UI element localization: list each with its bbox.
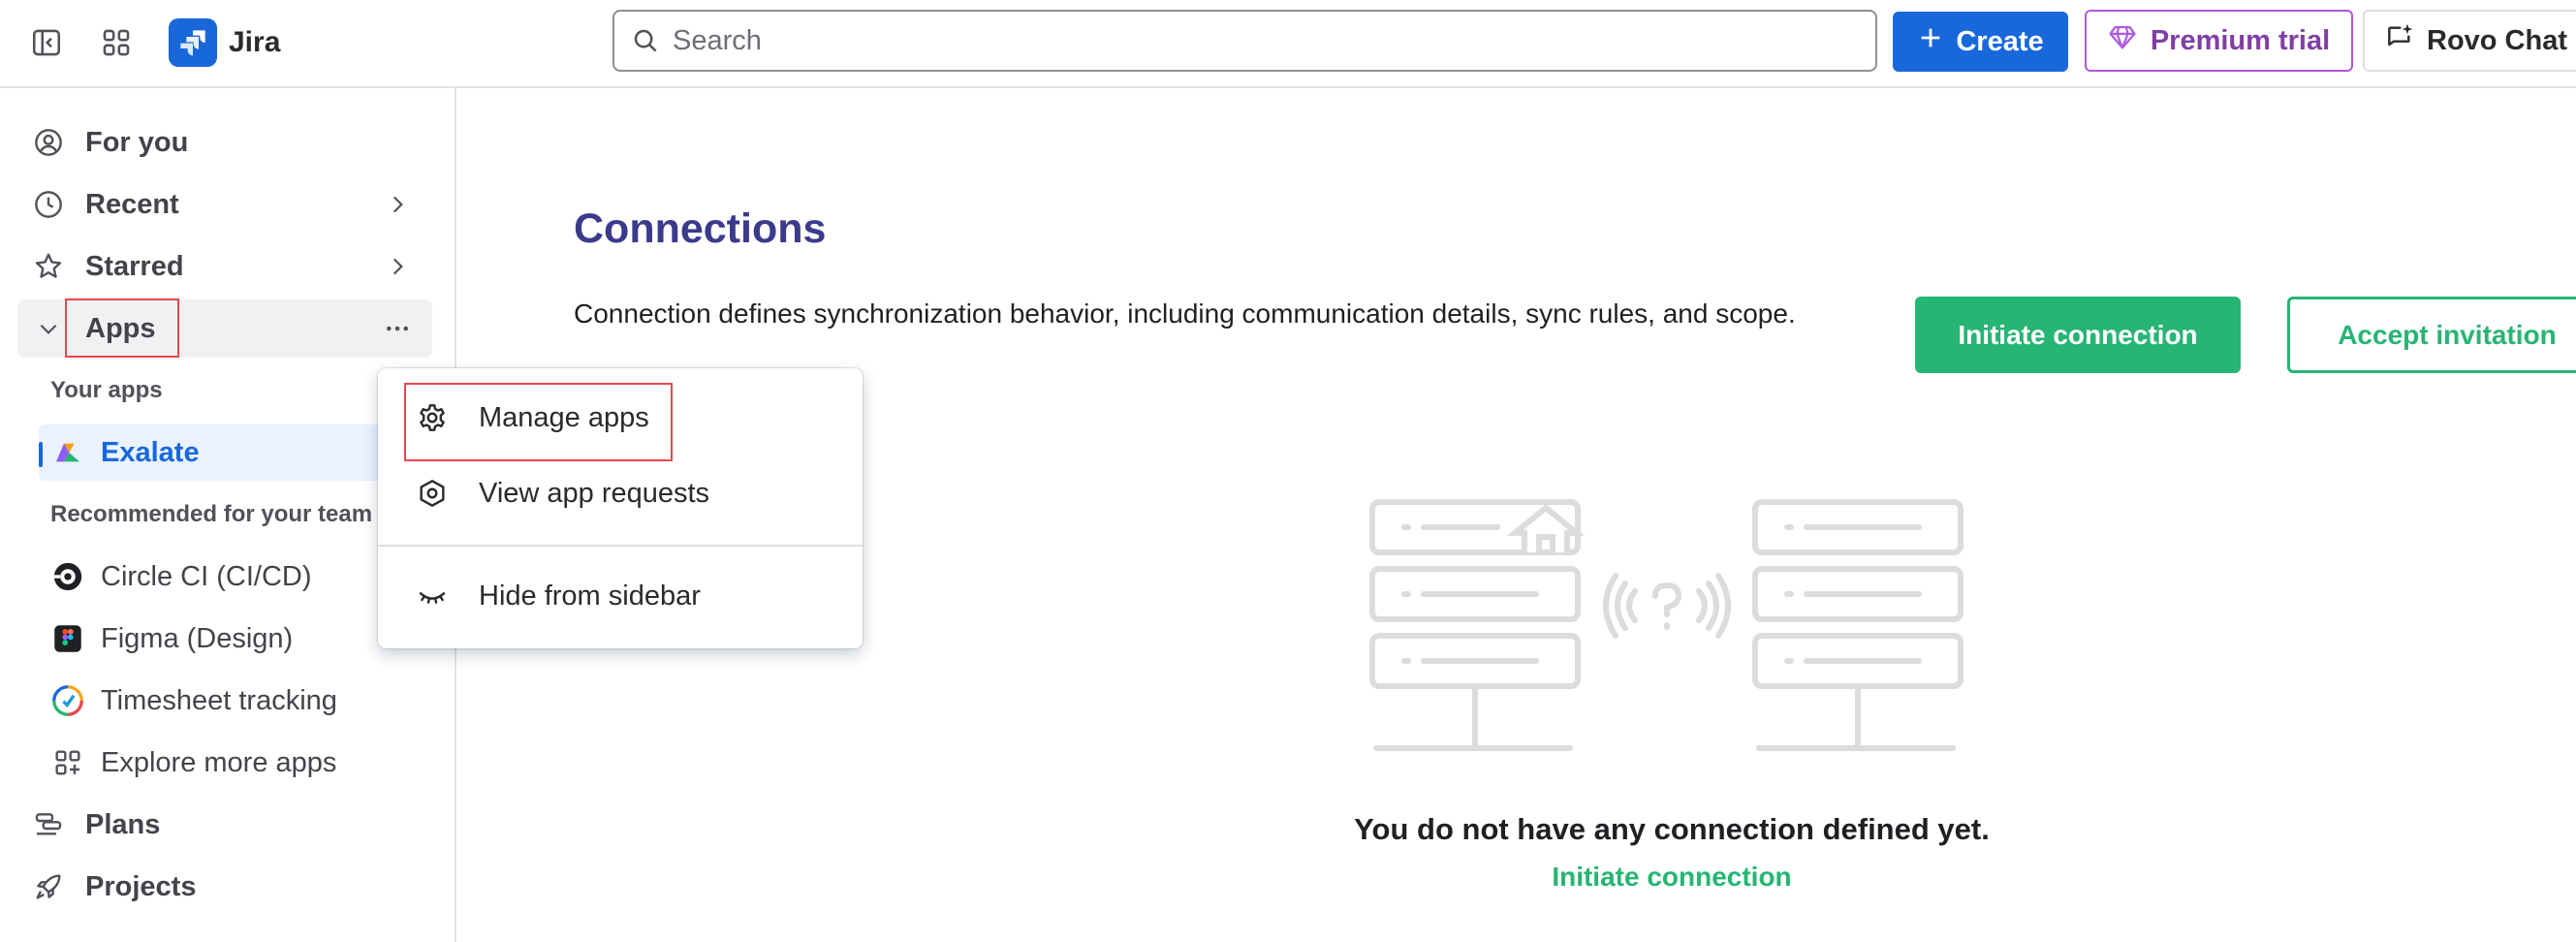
empty-state-illustration	[1362, 494, 1972, 761]
hexagon-settings-icon	[413, 474, 452, 513]
chevron-right-icon[interactable]	[382, 189, 413, 220]
clock-icon	[29, 185, 68, 224]
sidebar-item-figma[interactable]: Figma (Design)	[39, 611, 432, 667]
menu-item-label: View app requests	[479, 477, 710, 509]
create-button[interactable]: Create	[1893, 12, 2068, 72]
rovo-chat-button[interactable]: Rovo Chat	[2363, 10, 2576, 72]
star-icon	[29, 247, 68, 286]
sidebar-item-timesheet[interactable]: Timesheet tracking	[39, 673, 432, 729]
initiate-connection-button[interactable]: Initiate connection	[1915, 297, 2241, 373]
rovo-chat-label: Rovo Chat	[2427, 24, 2567, 56]
rocket-icon	[29, 867, 68, 906]
menu-item-label: Hide from sidebar	[479, 580, 701, 612]
active-indicator	[39, 442, 43, 467]
menu-divider	[378, 545, 863, 547]
sidebar-item-for-you[interactable]: For you	[17, 113, 432, 172]
exalate-icon	[48, 433, 87, 472]
menu-item-view-app-requests[interactable]: View app requests	[378, 455, 863, 531]
sidebar-item-label: Plans	[85, 808, 161, 840]
chevron-right-icon[interactable]	[382, 251, 413, 282]
sidebar-item-projects[interactable]: Projects	[17, 858, 432, 916]
sidebar-item-exalate[interactable]: Exalate	[39, 424, 432, 481]
page-description: Connection defines synchronization behav…	[574, 298, 1796, 329]
empty-state-initiate-link[interactable]: Initiate connection	[1347, 862, 1996, 893]
premium-label: Premium trial	[2150, 24, 2331, 56]
sidebar-item-label: For you	[85, 126, 189, 158]
jira-logo-icon[interactable]	[169, 18, 217, 67]
menu-item-hide-from-sidebar[interactable]: Hide from sidebar	[378, 558, 863, 634]
accept-invitation-button[interactable]: Accept invitation	[2287, 297, 2576, 373]
apps-highlight-box	[65, 298, 179, 358]
search-input[interactable]: Search	[613, 10, 1877, 72]
sidebar-item-label: Timesheet tracking	[101, 684, 337, 716]
sidebar-item-plans[interactable]: Plans	[17, 796, 432, 854]
sidebar-item-explore-apps[interactable]: Explore more apps	[39, 735, 432, 791]
search-icon	[628, 23, 663, 58]
figma-icon	[48, 619, 87, 658]
plus-icon	[1917, 24, 1944, 59]
app-name[interactable]: Jira	[229, 23, 280, 62]
app-switcher-icon[interactable]	[87, 14, 145, 72]
more-actions-icon[interactable]	[382, 313, 413, 344]
rovo-chat-icon	[2384, 21, 2415, 60]
sidebar-item-label: Circle CI (CI/CD)	[101, 560, 312, 592]
explore-apps-icon	[48, 743, 87, 782]
sidebar-toggle-icon[interactable]	[17, 14, 76, 72]
search-placeholder: Search	[673, 24, 762, 56]
sidebar-item-circleci[interactable]: Circle CI (CI/CD)	[39, 549, 432, 605]
sidebar-item-starred[interactable]: Starred	[17, 237, 432, 296]
user-circle-icon	[29, 123, 68, 162]
sidebar-item-label: Projects	[85, 870, 197, 902]
manage-apps-highlight-box	[404, 383, 673, 461]
your-apps-heading: Your apps	[50, 377, 163, 403]
page-title: Connections	[574, 205, 827, 252]
diamond-icon	[2108, 22, 2137, 59]
sidebar-item-label: Recent	[85, 188, 179, 220]
plans-icon	[29, 805, 68, 844]
premium-trial-button[interactable]: Premium trial	[2085, 10, 2353, 72]
sidebar-item-label: Figma (Design)	[101, 622, 294, 654]
timesheet-icon	[48, 681, 87, 720]
create-label: Create	[1956, 25, 2044, 57]
sidebar-item-recent[interactable]: Recent	[17, 175, 432, 234]
sidebar-item-label: Starred	[85, 250, 184, 282]
eye-closed-icon	[413, 577, 452, 615]
circleci-icon	[48, 557, 87, 596]
top-navigation-bar: Jira Search Create Premium trial Rovo Ch…	[0, 0, 2576, 88]
chevron-down-icon[interactable]	[29, 309, 68, 348]
empty-state-title: You do not have any connection defined y…	[1354, 812, 1990, 846]
sidebar-item-label: Explore more apps	[101, 746, 337, 778]
sidebar-item-label: Exalate	[101, 436, 200, 468]
recommended-heading: Recommended for your team	[50, 501, 373, 527]
